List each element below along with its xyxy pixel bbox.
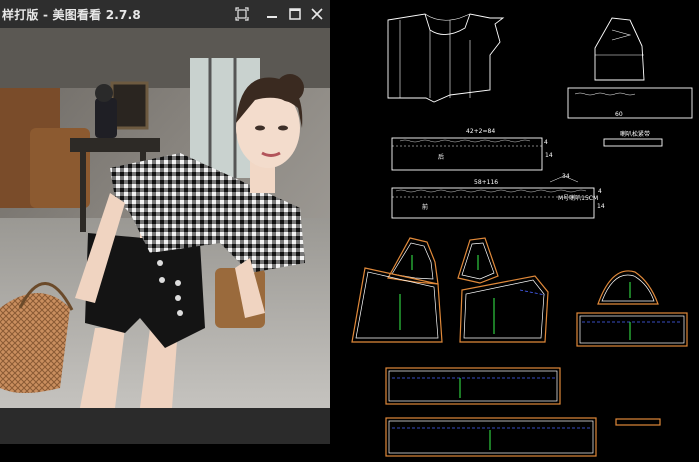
fashion-photo-illustration [0, 28, 330, 408]
image-viewer-window: 样打版 - 美图看看 2.7.8 [0, 0, 330, 444]
cad-canvas [351, 13, 693, 457]
front-piece-top: 34 [562, 173, 570, 180]
minimize-icon [267, 16, 277, 18]
back-ruffle-piece [391, 137, 543, 171]
maximize-button[interactable] [285, 4, 305, 24]
maximize-icon [289, 8, 301, 20]
elastic-label: 喇叭松紧带 [620, 131, 651, 138]
minimize-button[interactable] [262, 4, 282, 24]
front-piece-label: 前 [422, 204, 429, 211]
small-strip-piece [615, 418, 661, 426]
front-piece-dimension: 58+116 [474, 179, 499, 186]
band-piece-top [567, 87, 693, 119]
viewer-bottom-bar [0, 408, 330, 444]
window-title: 样打版 - 美图看看 2.7.8 [2, 8, 141, 22]
band-piece-number: 60 [615, 111, 623, 118]
back-piece-label: 后 [438, 154, 445, 161]
front-piece-height: 14 [597, 203, 605, 210]
fit-screen-icon [235, 7, 249, 21]
waistband-piece-2 [385, 417, 597, 457]
pattern-cad-drawing: 42+2=84 后 14 4 58+116 前 M号喇叭15CM 14 4 34… [330, 0, 699, 462]
sleeve-cap-piece [597, 270, 659, 305]
bodice-pattern [387, 13, 505, 103]
front-piece-side: 4 [598, 188, 602, 195]
elastic-strip [603, 138, 663, 147]
fashion-photo [0, 28, 330, 408]
back-piece-side: 4 [544, 139, 548, 146]
front-ruffle-piece [391, 187, 595, 219]
close-icon [311, 8, 323, 20]
front-piece-note: M号喇叭15CM [558, 195, 599, 202]
title-bar[interactable]: 样打版 - 美图看看 2.7.8 [0, 0, 330, 28]
close-button[interactable] [307, 4, 327, 24]
waistband-piece-1 [385, 367, 561, 405]
back-piece-height: 14 [545, 152, 553, 159]
back-piece-dimension: 42+2=84 [466, 128, 496, 135]
small-bodice-pattern [594, 17, 645, 81]
fit-screen-button[interactable] [232, 4, 252, 24]
sleeve-band-piece [576, 312, 688, 347]
